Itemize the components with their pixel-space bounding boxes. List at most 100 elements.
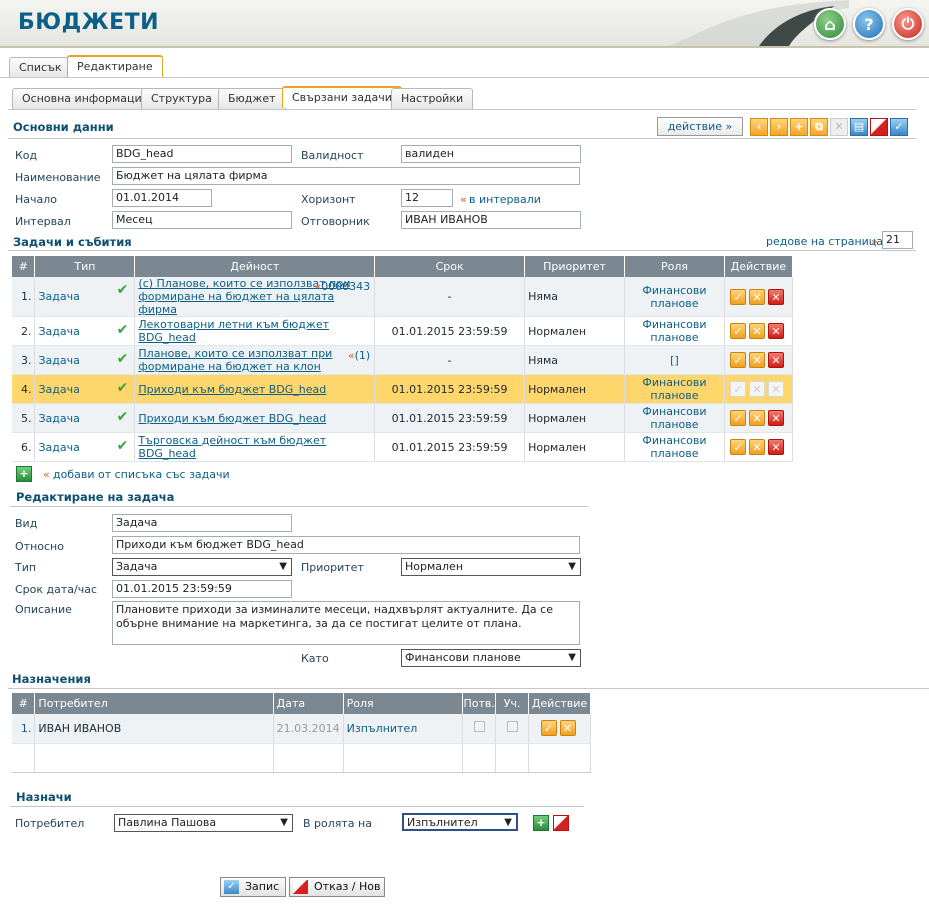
owner-field[interactable]: ИВАН ИВАНОВ [401,211,581,229]
user-label: Потребител [15,817,85,830]
remove-task-icon[interactable]: ✕ [748,352,765,368]
task-row[interactable]: 1. Задача ✔ (с) Планове, които се използват… [12,277,794,317]
remove-assignment-icon[interactable]: ✕ [559,720,576,737]
delete-task-icon[interactable]: ✕ [767,323,784,339]
delete-task-icon[interactable]: ✕ [767,439,784,455]
task-activity-link[interactable]: Приходи към бюджет BDG_head [138,383,326,396]
task-type[interactable]: Задача [38,441,79,454]
part-checkbox[interactable] [506,721,518,733]
rows-per-page-field[interactable]: 21 [882,231,913,249]
assignment-role[interactable]: Изпълнител [343,714,464,744]
task-row[interactable]: 5. Задача ✔ Приходи към бюджет BDG_head 01.0… [12,403,794,433]
assignment-user: ИВАН ИВАНОВ [34,714,274,744]
remove-task-icon[interactable]: ✕ [748,288,765,305]
add-assignment-icon[interactable]: + [533,815,549,831]
description-label: Описание [15,603,72,616]
task-role[interactable]: [] [624,345,725,375]
chevron-down-icon: ▼ [504,817,512,828]
power-icon[interactable]: ⏻ [892,8,924,40]
task-type[interactable]: Задача [38,290,79,303]
priority-select[interactable]: Нормален ▼ [401,558,581,576]
delete-task-icon[interactable]: ✕ [767,410,784,426]
edit-task-icon[interactable]: ✓ [729,323,746,339]
tab-basic-info[interactable]: Основна информация [12,88,159,109]
edit-task-icon[interactable]: ✓ [729,352,746,368]
task-activity-link[interactable]: Приходи към бюджет BDG_head [138,412,326,425]
next-icon[interactable]: › [770,118,788,136]
type-select[interactable]: Задача ▼ [112,558,292,576]
tab-budget[interactable]: Бюджет [218,88,286,109]
task-activity-link[interactable]: Лекотоварни летни към бюджет BDG_head [138,318,329,344]
delete-task-icon[interactable]: ✕ [767,288,784,305]
confirm-checkbox[interactable] [473,721,485,733]
confirm-icon[interactable]: ✓ [890,118,908,136]
remove-task-icon[interactable]: ✕ [748,439,765,455]
print-icon[interactable]: ▤ [850,118,868,136]
kind-field[interactable]: Задача [112,514,292,532]
task-role[interactable]: Финансови планове [624,403,725,433]
deadline-field[interactable]: 01.01.2015 23:59:59 [112,580,292,598]
code-field[interactable]: BDG_head [112,145,292,163]
horizon-field[interactable]: 12 [401,189,453,207]
tab-list[interactable]: Списък [9,57,72,78]
prev-icon[interactable]: ‹ [750,118,768,136]
task-ref[interactable]: 0000343 [321,280,370,293]
task-row[interactable]: 3. Задача ✔ Планове, които се използват при… [12,345,794,375]
task-activity-link[interactable]: Търговска дейност към бюджет BDG_head [138,434,326,460]
col-type: Тип [34,256,136,277]
task-num: 1. [12,277,36,317]
edit-task-icon[interactable]: ✓ [729,439,746,455]
interval-field[interactable]: Месец [112,211,292,229]
remove-task-icon[interactable]: ✕ [748,323,765,339]
task-role[interactable]: Финансови планове [624,374,725,404]
edit-assignment-icon[interactable]: ✓ [540,720,557,737]
task-ref[interactable]: (1) [355,349,371,362]
acol-action: Действие [528,693,591,714]
edit-task-icon[interactable]: ✓ [729,288,746,305]
delete-task-icon[interactable]: ✕ [767,352,784,368]
task-row[interactable]: 4. Задача ✔ Приходи към бюджет BDG_head 01.0… [12,374,794,404]
edit-task-icon[interactable]: ✓ [729,410,746,426]
validity-field[interactable]: валиден [401,145,581,163]
add-task-icon[interactable]: + [16,466,32,482]
add-from-list-link[interactable]: добави от списъка със задачи [53,468,230,481]
task-row[interactable]: 2. Задача ✔ Лекотоварни летни към бюджет BD… [12,316,794,346]
task-type[interactable]: Задача [38,383,79,396]
tab-related-tasks[interactable]: Свързани задачи [282,86,402,108]
copy-icon[interactable]: ⧉ [810,118,828,136]
task-activity-link[interactable]: Планове, които се използват при формиран… [138,347,332,373]
home-icon[interactable]: ⌂ [814,8,846,40]
help-icon[interactable]: ? [853,8,885,40]
check-icon: ✓ [224,880,239,894]
task-type[interactable]: Задача [38,412,79,425]
tab-settings[interactable]: Настройки [391,88,474,109]
about-field[interactable]: Приходи към бюджет BDG_head [112,536,580,554]
cancel-new-button[interactable]: Отказ / Нов [289,877,385,897]
task-role[interactable]: Финансови планове [624,277,725,317]
task-type[interactable]: Задача [38,354,79,367]
task-num: 6. [12,432,36,462]
cancel-icon[interactable] [870,118,888,136]
task-type[interactable]: Задача [38,325,79,338]
description-field[interactable]: Плановите приходи за изминалите месеци, … [112,601,580,645]
owner-label: Отговорник [301,215,370,228]
user-select[interactable]: Павлина Пашова ▼ [114,814,293,832]
task-row[interactable]: 6. Задача ✔ Търговска дейност към бюджет BD… [12,432,794,462]
col-deadline: Срок [374,256,526,277]
action-dropdown-button[interactable]: действие » [657,117,743,136]
role-select[interactable]: Изпълнител ▼ [402,813,518,831]
name-field[interactable]: Бюджет на цялата фирма [112,167,580,185]
clear-assignment-icon[interactable] [553,815,569,831]
remove-task-icon[interactable]: ✕ [748,410,765,426]
tab-structure[interactable]: Структура [141,88,222,109]
task-role[interactable]: Финансови планове [624,316,725,346]
as-select[interactable]: Финансови планове ▼ [401,649,581,667]
start-field[interactable]: 01.01.2014 [112,189,212,207]
assign-new-divider [10,806,584,807]
save-button[interactable]: ✓ Запис [220,877,286,897]
check-icon: ✔ [116,438,129,454]
check-icon: ✔ [116,409,129,425]
task-role[interactable]: Финансови планове [624,432,725,462]
add-icon[interactable]: + [790,118,808,136]
tab-edit[interactable]: Редактиране [67,55,163,77]
